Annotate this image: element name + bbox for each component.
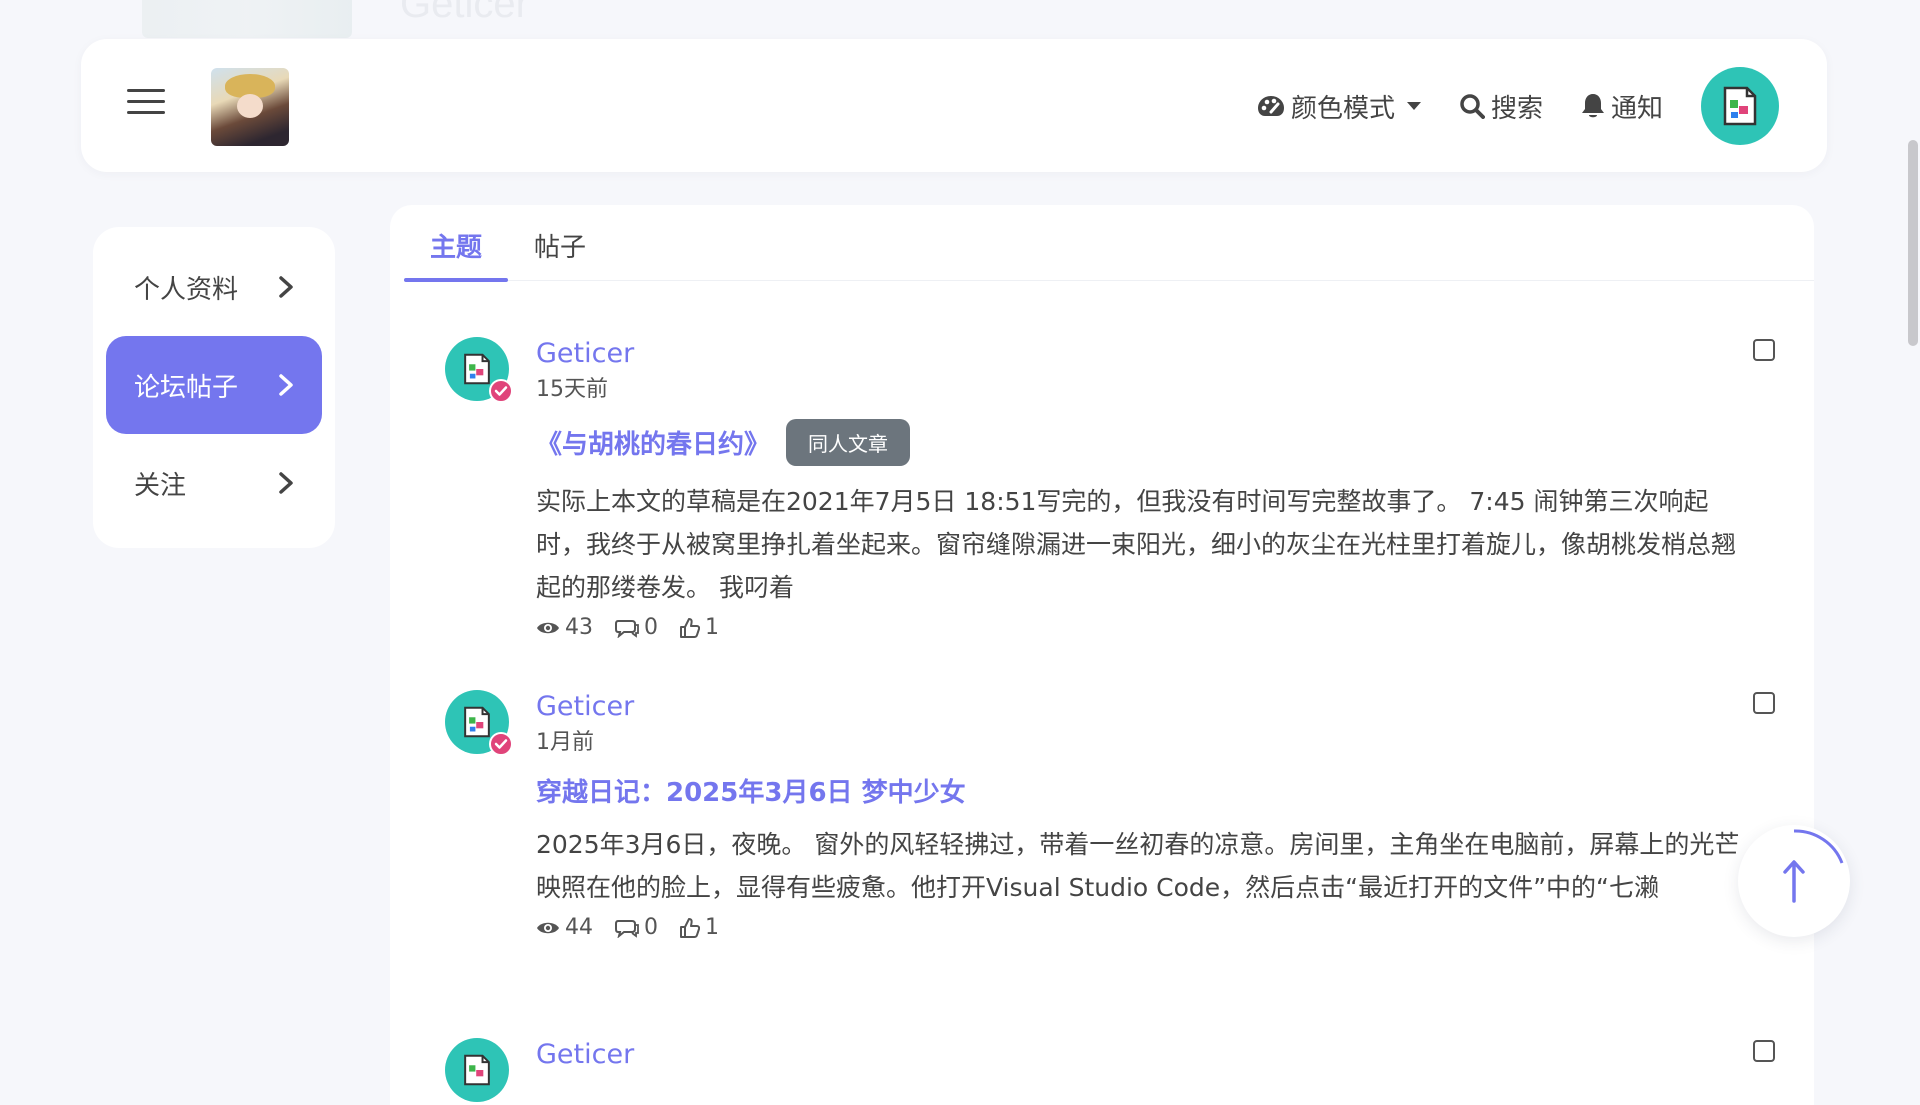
author-avatar[interactable]	[445, 690, 513, 756]
post-title[interactable]: 《与胡桃的春日约》	[536, 424, 770, 461]
like-count-value: 1	[705, 915, 719, 940]
sidebar-item-label: 论坛帖子	[134, 372, 239, 403]
thumbs-up-icon	[680, 917, 700, 938]
broken-image-icon	[464, 706, 490, 738]
author-name[interactable]: Geticer	[536, 337, 1756, 371]
tab-topics[interactable]: 主题	[404, 217, 509, 282]
sidebar-item-label: 关注	[134, 470, 187, 501]
like-count[interactable]: 1	[680, 915, 719, 940]
comment-count: 0	[615, 915, 658, 940]
palette-icon	[1257, 96, 1284, 116]
post-excerpt: 实际上本文的草稿是在2021年7月5日 18:51写完的，但我没有时间写完整故事…	[536, 487, 1737, 602]
post-title[interactable]: 穿越日记：2025年3月6日 梦中少女	[536, 772, 966, 809]
broken-image-icon	[1723, 86, 1757, 126]
like-count-value: 1	[705, 615, 719, 640]
sidebar-item-profile[interactable]: 个人资料	[106, 238, 322, 336]
notify-label: 通知	[1610, 93, 1663, 124]
broken-image-icon	[464, 1054, 490, 1086]
site-logo[interactable]	[211, 68, 289, 146]
comment-icon	[615, 919, 639, 938]
color-mode-label: 颜色模式	[1290, 93, 1395, 124]
eye-icon	[537, 622, 559, 633]
background-cover-image	[142, 0, 352, 38]
author-avatar[interactable]	[445, 337, 513, 403]
view-count: 43	[536, 615, 593, 640]
post-excerpt: 2025年3月6日，夜晚。 窗外的风轻轻拂过，带着一丝初春的凉意。房间里，主角坐…	[536, 830, 1740, 902]
top-navbar: 颜色模式 搜索 通知	[81, 39, 1827, 172]
menu-icon[interactable]	[127, 89, 165, 119]
page-scrollbar[interactable]	[1906, 0, 1920, 1080]
background-username: Geticer	[400, 0, 529, 26]
broken-image-icon	[464, 353, 490, 385]
post-tabs: 主题 帖子	[404, 217, 1814, 282]
comment-count-value: 0	[644, 915, 658, 940]
sidebar-item-forum-posts[interactable]: 论坛帖子	[106, 336, 322, 434]
sidebar-item-following[interactable]: 关注	[106, 434, 322, 532]
notification-button[interactable]: 通知	[1581, 88, 1663, 125]
view-count-value: 44	[565, 915, 593, 940]
verified-badge-icon	[489, 379, 513, 403]
category-tag[interactable]: 同人文章	[786, 419, 911, 466]
comment-count-value: 0	[644, 615, 658, 640]
search-label: 搜索	[1490, 93, 1543, 124]
profile-sidebar: 个人资料 论坛帖子 关注	[93, 227, 335, 548]
background-header: Geticer	[0, 0, 1920, 40]
sidebar-item-label: 个人资料	[134, 274, 239, 305]
select-checkbox[interactable]	[1753, 339, 1775, 361]
author-avatar[interactable]	[445, 1038, 509, 1102]
chevron-right-icon	[279, 374, 293, 396]
post-time: 1月前	[536, 730, 594, 755]
search-button[interactable]: 搜索	[1459, 88, 1543, 125]
select-checkbox[interactable]	[1753, 1040, 1775, 1062]
verified-badge-icon	[489, 732, 513, 756]
caret-down-icon	[1406, 102, 1421, 110]
chevron-right-icon	[279, 472, 293, 494]
scrollbar-thumb[interactable]	[1908, 140, 1918, 346]
author-name[interactable]: Geticer	[536, 690, 1756, 724]
post-time: 15天前	[536, 377, 608, 402]
chevron-right-icon	[279, 276, 293, 298]
select-checkbox[interactable]	[1753, 692, 1775, 714]
scroll-progress-ring	[1793, 829, 1844, 864]
author-name[interactable]: Geticer	[536, 1038, 1756, 1072]
comment-icon	[615, 619, 639, 638]
view-count: 44	[536, 915, 593, 940]
user-avatar[interactable]	[1701, 67, 1779, 145]
tab-posts[interactable]: 帖子	[508, 217, 612, 281]
posts-panel: 主题 帖子 Geticer 15天前 《与胡桃的春日约》 同人文章 实际上本文的…	[390, 205, 1814, 1105]
view-count-value: 43	[565, 615, 593, 640]
scroll-to-top-button[interactable]	[1738, 825, 1850, 937]
bell-icon	[1581, 94, 1604, 118]
eye-icon	[537, 922, 559, 933]
thumbs-up-icon	[680, 617, 700, 638]
like-count[interactable]: 1	[680, 615, 719, 640]
color-mode-dropdown[interactable]: 颜色模式	[1257, 88, 1421, 125]
search-icon	[1460, 94, 1485, 119]
comment-count: 0	[615, 615, 658, 640]
